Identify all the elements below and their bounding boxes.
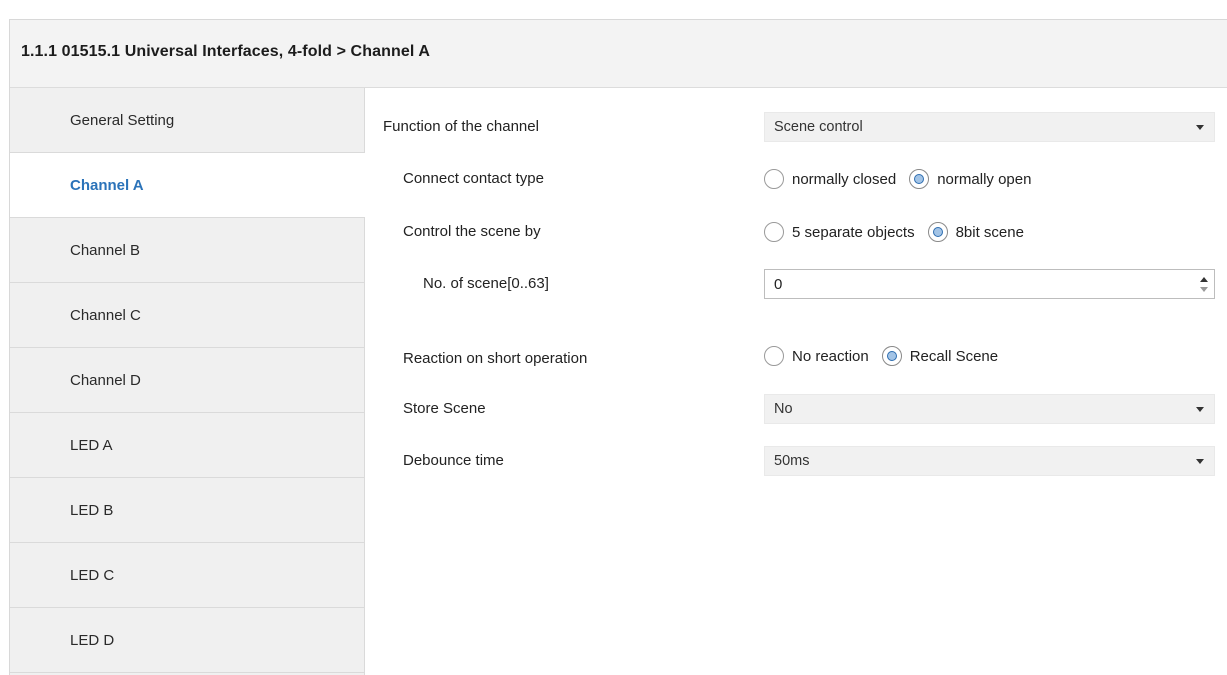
spin-up-icon[interactable] — [1200, 277, 1208, 282]
sidebar-item-led-c[interactable]: LED C — [10, 543, 364, 608]
sidebar: General Setting Channel A Channel B Chan… — [10, 88, 365, 675]
sidebar-item-label: LED D — [70, 632, 115, 649]
param-row-function: Function of the channel Scene control — [366, 112, 1227, 142]
spin-down-icon[interactable] — [1200, 287, 1208, 292]
sidebar-item-label: Channel C — [70, 307, 141, 324]
control-by-radio-group: 5 separate objects 8bit scene — [764, 221, 1037, 243]
parameter-window: 1.1.1 01515.1 Universal Interfaces, 4-fo… — [9, 19, 1227, 675]
radio-checked-icon — [927, 222, 948, 242]
radio-label: No reaction — [792, 347, 869, 365]
store-scene-dropdown-value: No — [774, 401, 793, 417]
scene-no-label: No. of scene[0..63] — [423, 275, 549, 292]
debounce-dropdown[interactable]: 50ms — [764, 446, 1215, 476]
radio-label: Recall Scene — [909, 347, 999, 365]
sidebar-item-label: LED A — [70, 437, 113, 454]
chevron-down-icon — [1196, 407, 1204, 412]
sidebar-item-label: LED B — [70, 502, 114, 519]
sidebar-item-general-setting[interactable]: General Setting — [10, 88, 364, 153]
contact-type-radio-group: normally closed normally open — [764, 168, 1044, 190]
radio-checked-icon — [909, 169, 930, 189]
contact-type-label: Connect contact type — [403, 170, 544, 187]
radio-label: 8bit scene — [955, 223, 1024, 241]
radio-normally-open[interactable]: normally open — [909, 169, 1031, 189]
param-row-store-scene: Store Scene No — [366, 394, 1227, 424]
debounce-dropdown-value: 50ms — [774, 453, 810, 469]
debounce-label: Debounce time — [403, 452, 504, 469]
scene-no-stepper — [764, 269, 1215, 299]
radio-no-reaction[interactable]: No reaction — [764, 346, 869, 366]
sidebar-item-label: Channel B — [70, 242, 141, 259]
param-row-short-reaction: Reaction on short operation No reaction … — [366, 344, 1227, 374]
sidebar-item-label: LED C — [70, 567, 115, 584]
param-row-debounce: Debounce time 50ms — [366, 446, 1227, 476]
radio-unchecked-icon — [764, 169, 784, 189]
radio-8bit-scene[interactable]: 8bit scene — [927, 222, 1024, 242]
title-bar: 1.1.1 01515.1 Universal Interfaces, 4-fo… — [10, 20, 1227, 88]
sidebar-item-channel-c[interactable]: Channel C — [10, 283, 364, 348]
function-dropdown[interactable]: Scene control — [764, 112, 1215, 142]
function-dropdown-value: Scene control — [774, 119, 863, 135]
chevron-down-icon — [1196, 459, 1204, 464]
param-row-contact-type: Connect contact type normally closed nor… — [366, 164, 1227, 194]
sidebar-item-channel-b[interactable]: Channel B — [10, 218, 364, 283]
radio-label: 5 separate objects — [792, 223, 915, 241]
radio-checked-icon — [881, 346, 902, 366]
short-reaction-radio-group: No reaction Recall Scene — [764, 345, 1011, 367]
control-by-label: Control the scene by — [403, 223, 541, 240]
radio-unchecked-icon — [764, 346, 784, 366]
page-title: 1.1.1 01515.1 Universal Interfaces, 4-fo… — [21, 43, 430, 60]
sidebar-item-led-a[interactable]: LED A — [10, 413, 364, 478]
radio-5-separate-objects[interactable]: 5 separate objects — [764, 222, 915, 242]
radio-normally-closed[interactable]: normally closed — [764, 169, 896, 189]
function-label: Function of the channel — [383, 118, 539, 135]
radio-label: normally open — [937, 170, 1032, 188]
store-scene-label: Store Scene — [403, 400, 486, 417]
sidebar-item-led-b[interactable]: LED B — [10, 478, 364, 543]
scene-no-input[interactable] — [765, 270, 1190, 298]
param-row-control-by: Control the scene by 5 separate objects … — [366, 217, 1227, 247]
sidebar-item-label: General Setting — [70, 112, 175, 129]
radio-unchecked-icon — [764, 222, 784, 242]
sidebar-item-channel-a[interactable]: Channel A — [10, 153, 365, 218]
short-reaction-label: Reaction on short operation — [403, 350, 588, 367]
sidebar-item-channel-d[interactable]: Channel D — [10, 348, 364, 413]
spin-buttons[interactable] — [1196, 272, 1212, 296]
sidebar-item-led-d[interactable]: LED D — [10, 608, 364, 673]
radio-label: normally closed — [792, 170, 897, 188]
param-row-scene-no: No. of scene[0..63] — [366, 269, 1227, 299]
chevron-down-icon — [1196, 125, 1204, 130]
sidebar-item-label: Channel A — [70, 177, 144, 194]
radio-recall-scene[interactable]: Recall Scene — [881, 346, 999, 366]
parameter-panel: Function of the channel Scene control Co… — [366, 88, 1227, 675]
store-scene-dropdown[interactable]: No — [764, 394, 1215, 424]
sidebar-item-label: Channel D — [70, 372, 141, 389]
